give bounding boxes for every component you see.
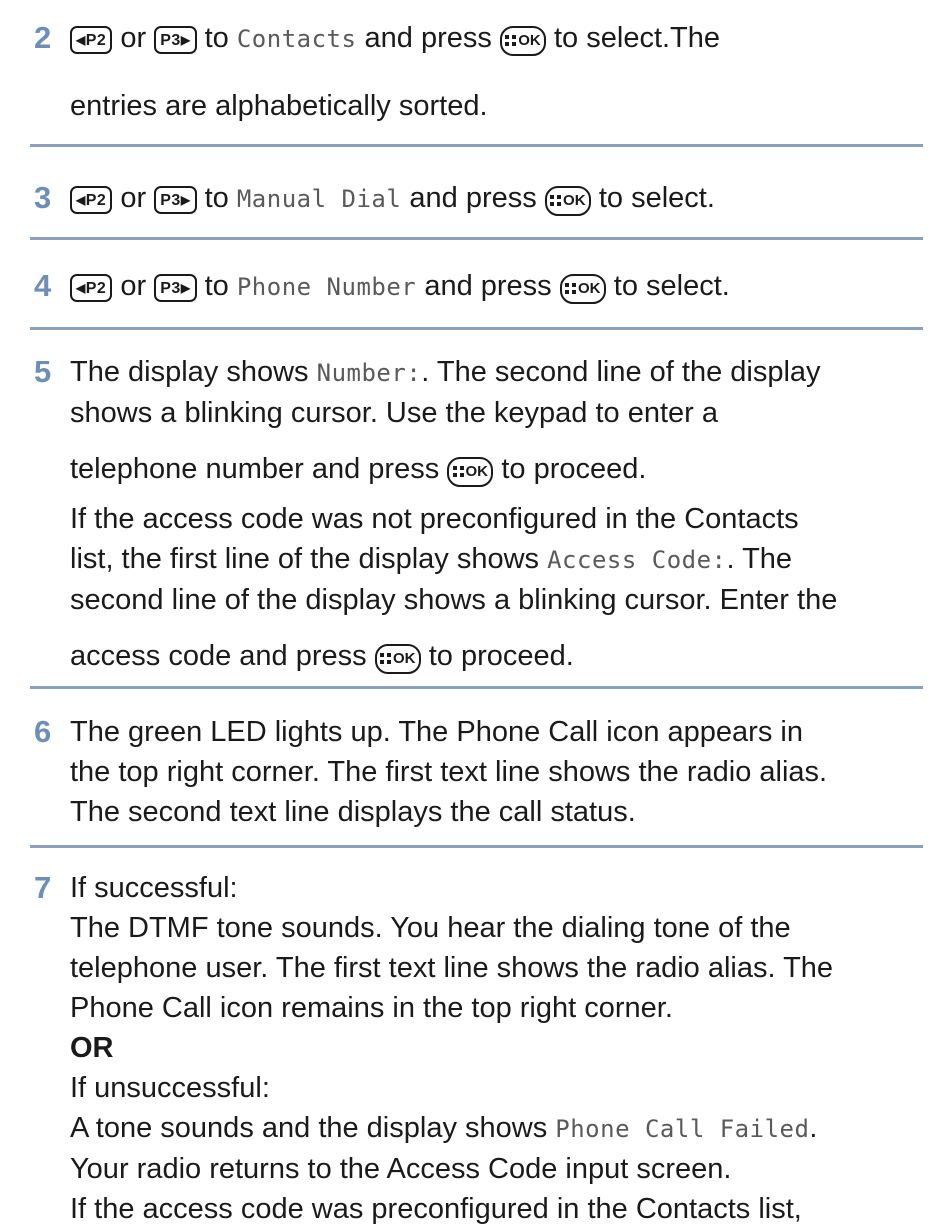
divider bbox=[30, 686, 923, 689]
step-text: If successful: The DTMF tone sounds. You… bbox=[70, 868, 930, 1229]
ok-menu-key-icon: OK bbox=[559, 274, 606, 304]
step-number: 3 bbox=[34, 180, 52, 215]
step-text: The green LED lights up. The Phone Call … bbox=[70, 716, 828, 828]
step-number: 7 bbox=[34, 870, 52, 905]
menu-item-name: Phone Number bbox=[236, 273, 417, 301]
divider bbox=[30, 327, 923, 330]
p2-left-key-icon: ◀P2 bbox=[70, 26, 113, 54]
ok-menu-key-icon: OK bbox=[374, 644, 421, 674]
ok-menu-key-icon: OK bbox=[499, 26, 546, 56]
step-number: 4 bbox=[34, 268, 52, 303]
p3-right-key-icon: P3▶ bbox=[154, 26, 197, 54]
display-text: Number: bbox=[316, 359, 422, 387]
divider bbox=[30, 144, 923, 147]
step-number: 6 bbox=[34, 714, 52, 749]
step-number: 5 bbox=[34, 354, 52, 389]
p2-left-key-icon: ◀P2 bbox=[70, 274, 113, 302]
ok-menu-key-icon: OK bbox=[447, 457, 494, 487]
menu-item-name: Manual Dial bbox=[236, 185, 402, 213]
menu-item-name: Contacts bbox=[236, 25, 357, 53]
display-text: Phone Call Failed bbox=[555, 1115, 810, 1143]
step-text: ◀P2 or P3▶ to Phone Number and press OK … bbox=[70, 266, 930, 307]
p3-right-key-icon: P3▶ bbox=[154, 274, 197, 302]
or-label: OR bbox=[70, 1032, 114, 1064]
ok-menu-key-icon: OK bbox=[544, 186, 591, 216]
step-text: ◀P2 or P3▶ to Contacts and press OK to s… bbox=[70, 22, 721, 122]
p2-left-key-icon: ◀P2 bbox=[70, 186, 113, 214]
p3-right-key-icon: P3▶ bbox=[154, 186, 197, 214]
divider bbox=[30, 237, 923, 240]
display-text: Access Code: bbox=[547, 546, 727, 574]
step-text: ◀P2 or P3▶ to Manual Dial and press OK t… bbox=[70, 178, 930, 219]
step-number: 2 bbox=[34, 20, 52, 55]
step-text: The display shows Number:. The second li… bbox=[70, 356, 838, 674]
divider bbox=[30, 845, 923, 848]
